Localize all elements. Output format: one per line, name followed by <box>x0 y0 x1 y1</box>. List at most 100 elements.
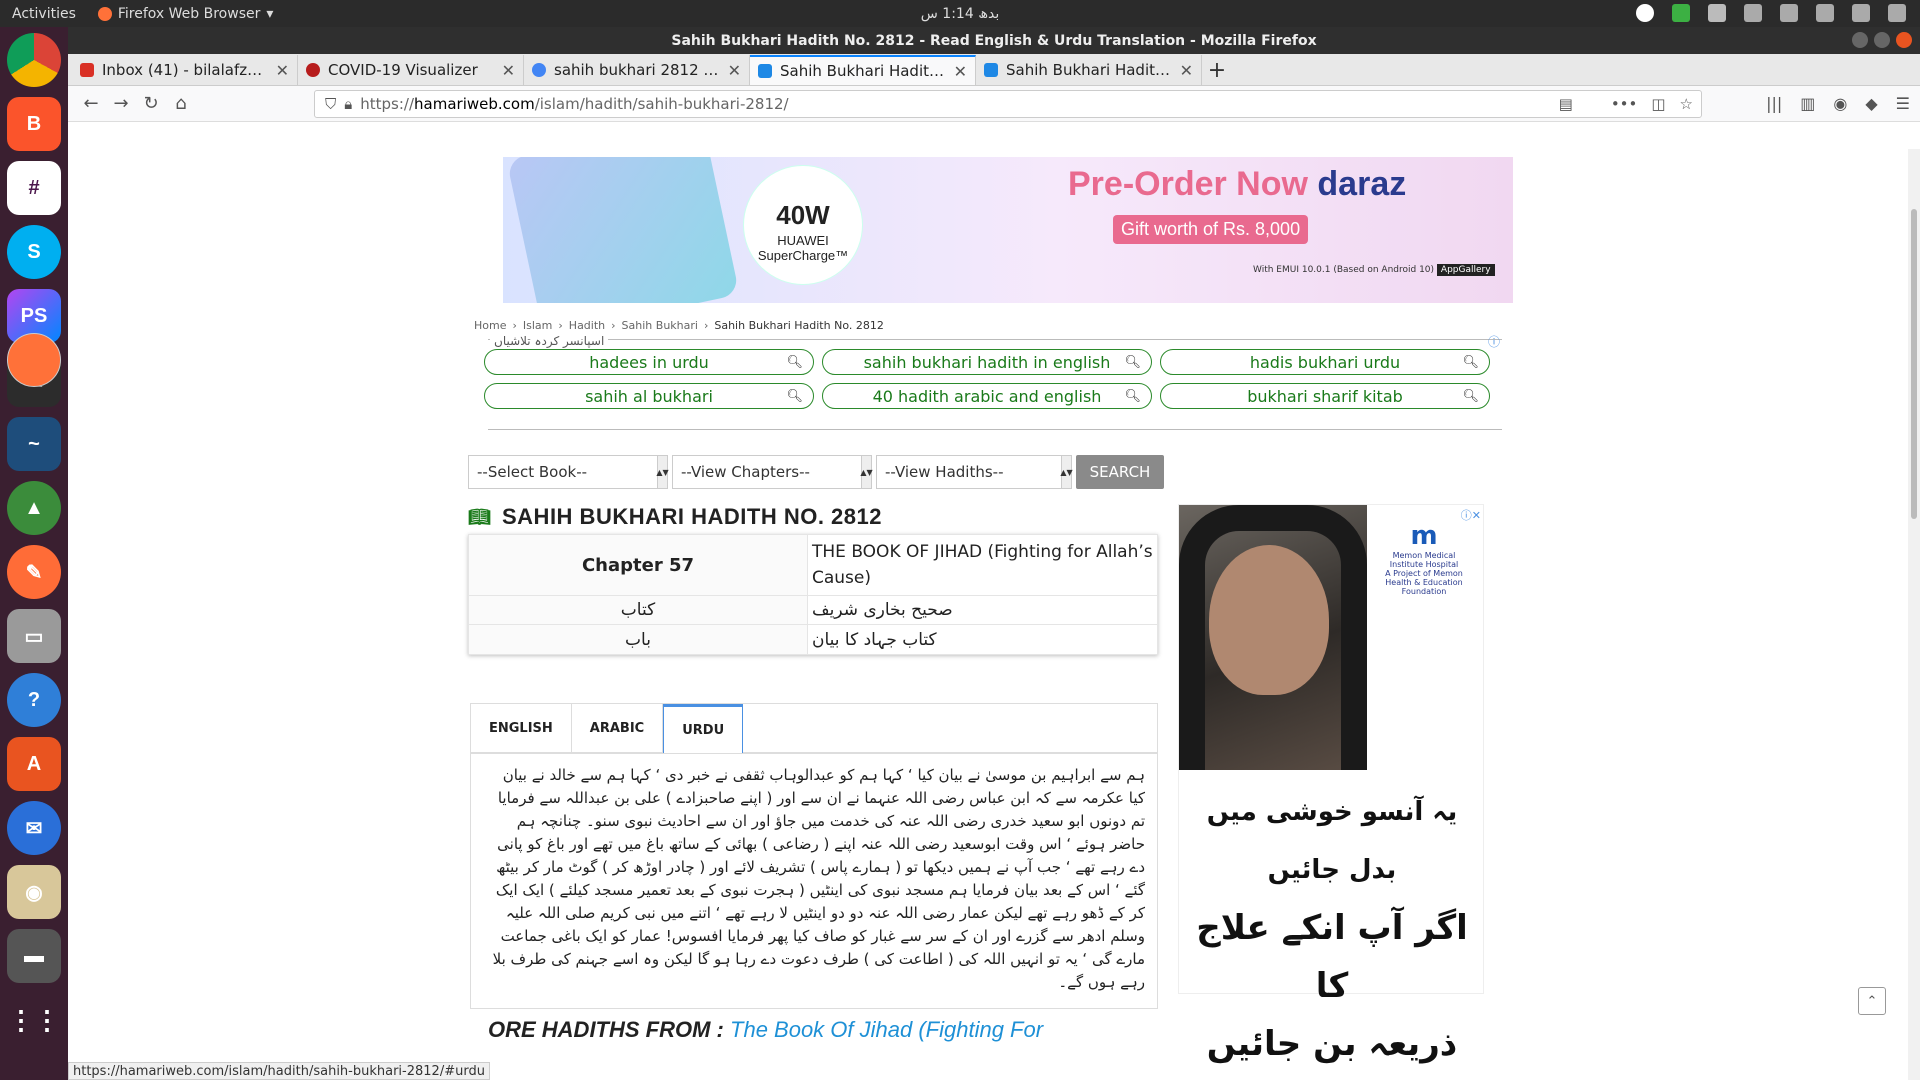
chrome-launcher-icon[interactable] <box>7 33 61 87</box>
select-book[interactable]: --Select Book-- ▲▼ <box>468 455 669 489</box>
wifi-icon[interactable] <box>1744 4 1762 22</box>
close-tab-icon[interactable]: ✕ <box>502 61 515 80</box>
firefox-launcher-icon[interactable] <box>7 333 61 387</box>
breadcrumb-home[interactable]: Home <box>474 319 506 332</box>
keyword-button[interactable]: 40 hadith arabic and english 🔍︎ <box>822 383 1152 409</box>
select-chapters[interactable]: --View Chapters-- ▲▼ <box>672 455 873 489</box>
tab-covid[interactable]: COVID-19 Visualizer ✕ <box>298 55 524 85</box>
files-launcher-icon[interactable]: ▭ <box>7 609 61 663</box>
keyword-button[interactable]: sahih al bukhari 🔍︎ <box>484 383 814 409</box>
volume-icon[interactable] <box>1816 4 1834 22</box>
check-icon[interactable] <box>1672 4 1690 22</box>
slack-launcher-icon[interactable]: # <box>7 161 61 215</box>
reload-icon[interactable]: ↻ <box>136 93 166 114</box>
keyword-label: sahih al bukhari <box>585 386 713 406</box>
tab-label: Sahih Bukhari Hadith No <box>780 62 946 80</box>
tab-label: sahih bukhari 2812 - Goo <box>554 61 720 79</box>
mysql-workbench-launcher-icon[interactable]: ~ <box>7 417 61 471</box>
tab-hadith[interactable]: Sahih Bukhari Hadith No ✕ <box>976 55 1202 85</box>
keyword-button[interactable]: hadees in urdu 🔍︎ <box>484 349 814 375</box>
system-tray[interactable] <box>1636 4 1906 22</box>
robo3t-launcher-icon[interactable]: ▲ <box>7 481 61 535</box>
tab-hadith-active[interactable]: Sahih Bukhari Hadith No ✕ <box>750 55 976 85</box>
tab-english[interactable]: ENGLISH <box>471 704 572 752</box>
bookmark-star-icon[interactable]: ☆ <box>1680 95 1693 113</box>
scrollbar-thumb[interactable] <box>1911 209 1917 519</box>
breadcrumb-sahih-bukhari[interactable]: Sahih Bukhari <box>622 319 698 332</box>
tab-urdu[interactable]: URDU <box>663 704 744 754</box>
banner-preorder: Pre-Order Now daraz <box>1068 165 1406 204</box>
sidebar-icon[interactable]: ▥ <box>1800 94 1815 113</box>
account-icon[interactable]: ◉ <box>1833 94 1847 113</box>
tab-arabic[interactable]: ARABIC <box>572 704 664 752</box>
keyword-button[interactable]: sahih bukhari hadith in english 🔍︎ <box>822 349 1152 375</box>
banner-emui: With EMUI 10.0.1 (Based on Android 10) <box>1253 265 1435 275</box>
breadcrumb-islam[interactable]: Islam <box>523 319 553 332</box>
huawei-ad-banner[interactable]: 40W HUAWEI SuperCharge™ Pre-Order Now da… <box>503 157 1513 303</box>
power-menu-icon[interactable] <box>1888 4 1906 22</box>
keyword-button[interactable]: bukhari sharif kitab 🔍︎ <box>1160 383 1490 409</box>
skype-launcher-icon[interactable]: S <box>7 225 61 279</box>
scroll-to-top-button[interactable]: ⌃ <box>1858 987 1886 1015</box>
chevron-down-icon: ▲▼ <box>1060 456 1073 488</box>
search-button[interactable]: SEARCH <box>1076 455 1164 489</box>
battery-icon[interactable] <box>1852 4 1870 22</box>
shield-icon[interactable]: ⛉ <box>325 95 336 113</box>
minimize-button[interactable] <box>1852 32 1868 48</box>
divider <box>488 429 1502 430</box>
home-icon[interactable]: ⌂ <box>166 93 196 114</box>
clock[interactable]: بدھ 1:14 س <box>921 6 999 22</box>
back-icon[interactable]: ← <box>76 93 106 114</box>
breadcrumb-hadith[interactable]: Hadith <box>569 319 605 332</box>
page-title: 📖︎ SAHIH BUKHARI HADITH NO. 2812 <box>468 504 882 530</box>
pocket-icon[interactable]: ◫ <box>1651 95 1665 113</box>
preorder-text: Pre-Order Now <box>1068 165 1308 203</box>
slack-tray-icon[interactable] <box>1708 4 1726 22</box>
close-tab-icon[interactable]: ✕ <box>954 62 967 81</box>
window-controls <box>1852 32 1912 48</box>
more-link[interactable]: The Book Of Jihad (Fighting For <box>730 1017 1043 1042</box>
new-tab-button[interactable]: + <box>1202 55 1232 85</box>
chevron-down-icon: ▲▼ <box>860 456 873 488</box>
keyword-label: hadees in urdu <box>589 352 709 372</box>
reader-view-icon[interactable]: ▤ <box>1559 95 1573 113</box>
chapter-title: THE BOOK OF JIHAD (Fighting for Allah’s … <box>807 534 1158 596</box>
thunderbird-launcher-icon[interactable]: ✉ <box>7 801 61 855</box>
keyword-label: sahih bukhari hadith in english <box>863 352 1111 372</box>
activities-button[interactable]: Activities <box>12 6 76 22</box>
keyword-button[interactable]: hadis bukhari urdu 🔍︎ <box>1160 349 1490 375</box>
lock-icon[interactable]: 🔒︎ <box>344 95 352 113</box>
help-launcher-icon[interactable]: ? <box>7 673 61 727</box>
tab-gmail[interactable]: Inbox (41) - bilalafzal40 ✕ <box>72 55 298 85</box>
postman-launcher-icon[interactable]: ✎ <box>7 545 61 599</box>
app-menu[interactable]: Firefox Web Browser ▾ <box>97 6 273 22</box>
m-logo-icon: m <box>1410 521 1438 551</box>
brave-launcher-icon[interactable]: B <box>7 97 61 151</box>
breadcrumb-current: Sahih Bukhari Hadith No. 2812 <box>714 319 884 332</box>
maximize-button[interactable] <box>1874 32 1890 48</box>
menu-icon[interactable]: ☰ <box>1896 94 1910 113</box>
hospital-ad[interactable]: m Memon Medical Institute Hospital A Pro… <box>1178 504 1484 1064</box>
select-hadiths[interactable]: --View Hadiths-- ▲▼ <box>876 455 1073 489</box>
ad-close-icon[interactable]: ⓘ✕ <box>1461 507 1481 523</box>
close-tab-icon[interactable]: ✕ <box>728 61 741 80</box>
show-apps-icon[interactable]: ⋮⋮ <box>7 993 61 1047</box>
daraz-logo: daraz <box>1317 165 1407 203</box>
page-scrollbar[interactable] <box>1908 149 1920 1080</box>
tray-app-icon[interactable] <box>1636 4 1654 22</box>
select-chapters-value: --View Chapters-- <box>681 463 810 481</box>
close-window-button[interactable] <box>1896 32 1912 48</box>
software-center-launcher-icon[interactable]: A <box>7 737 61 791</box>
library-icon[interactable]: ||| <box>1766 94 1782 113</box>
rhythmbox-launcher-icon[interactable]: ◉ <box>7 865 61 919</box>
screen-launcher-icon[interactable]: ▬ <box>7 929 61 983</box>
address-bar[interactable]: ⛉ 🔒︎ https://hamariweb.com/islam/hadith/… <box>314 90 1702 118</box>
forward-icon[interactable]: → <box>106 93 136 114</box>
page-actions-icon[interactable]: ••• <box>1611 95 1638 113</box>
close-tab-icon[interactable]: ✕ <box>1180 61 1193 80</box>
ad-info-icon[interactable]: ⓘ <box>1488 333 1500 350</box>
close-tab-icon[interactable]: ✕ <box>276 61 289 80</box>
network-icon[interactable] <box>1780 4 1798 22</box>
tab-google-search[interactable]: sahih bukhari 2812 - Goo ✕ <box>524 55 750 85</box>
extension-icon[interactable]: ◆ <box>1865 94 1877 113</box>
